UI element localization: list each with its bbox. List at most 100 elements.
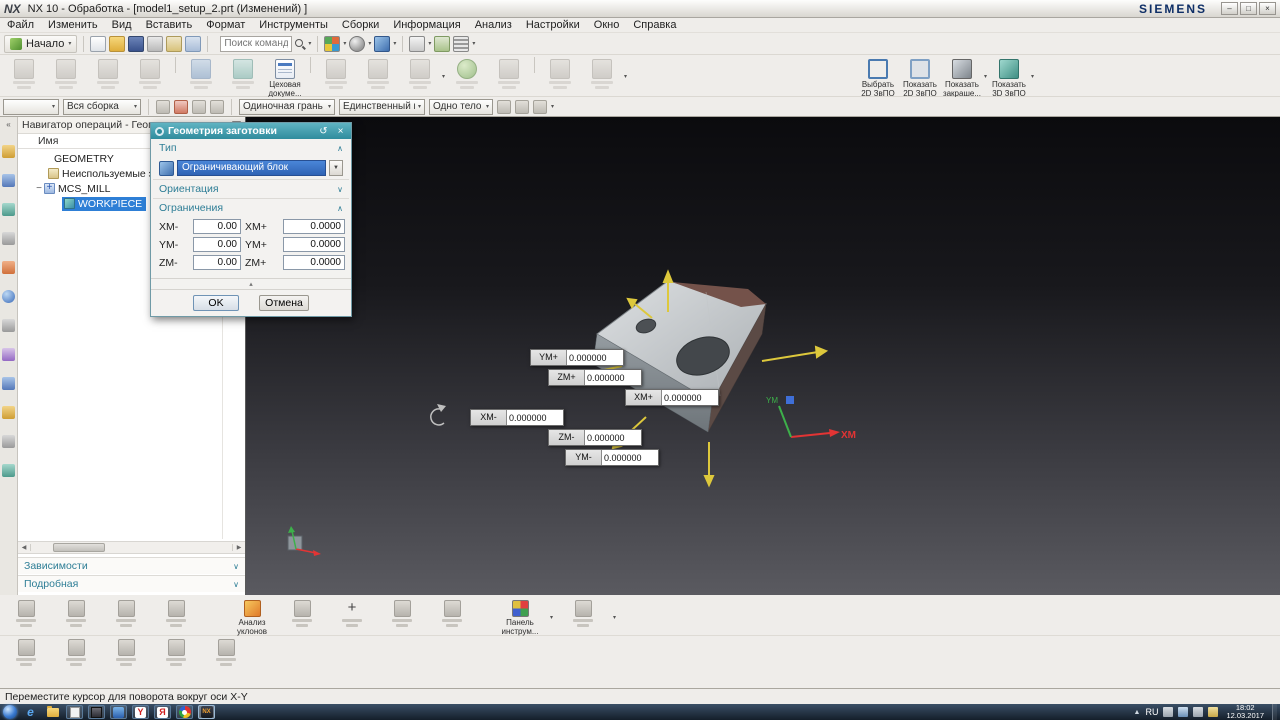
save-icon[interactable] bbox=[128, 35, 145, 52]
dropdown-caret-icon[interactable]: ▾ bbox=[343, 40, 346, 48]
menu-view[interactable]: Вид bbox=[105, 18, 139, 33]
new-file-icon[interactable] bbox=[90, 35, 107, 52]
show-desktop-button[interactable] bbox=[1272, 704, 1277, 720]
menu-file[interactable]: Файл bbox=[0, 18, 41, 33]
point-button[interactable]: + bbox=[332, 600, 372, 627]
ribbon-button[interactable] bbox=[88, 57, 128, 89]
collapse-expander-icon[interactable]: − bbox=[34, 183, 44, 194]
ribbon-button[interactable] bbox=[46, 57, 86, 89]
taskbar-ie-icon[interactable]: e bbox=[22, 705, 39, 719]
assembly-navigator-tab[interactable] bbox=[2, 145, 15, 158]
taskbar-explorer-icon[interactable] bbox=[44, 705, 61, 719]
restore-button[interactable]: □ bbox=[1240, 2, 1257, 15]
dropdown-caret-icon[interactable]: ▾ bbox=[984, 73, 987, 81]
handle-value-input[interactable] bbox=[601, 450, 658, 465]
start-menu-button[interactable]: Начало ▾ bbox=[4, 34, 78, 53]
operation-navigator-tab[interactable] bbox=[2, 232, 15, 245]
bottom-toolbar-button[interactable] bbox=[282, 600, 322, 627]
selection-filter-combo[interactable]: ▾ bbox=[3, 98, 59, 115]
offset-handle-xm-minus[interactable]: XM- bbox=[470, 409, 564, 426]
bottom-toolbar-button[interactable] bbox=[156, 600, 196, 627]
orient-view-icon[interactable] bbox=[374, 35, 391, 52]
ok-button[interactable]: OK bbox=[193, 295, 239, 311]
print-icon[interactable] bbox=[147, 35, 164, 52]
action-center-tray-icon[interactable] bbox=[1208, 707, 1219, 717]
dropdown-caret-icon[interactable]: ▾ bbox=[624, 73, 627, 81]
dropdown-caret-icon[interactable]: ▾ bbox=[472, 40, 475, 48]
dropdown-caret-icon[interactable]: ▾ bbox=[368, 40, 371, 48]
redo-icon[interactable] bbox=[185, 35, 202, 52]
roles-tab[interactable] bbox=[2, 435, 15, 448]
part-navigator-tab[interactable] bbox=[2, 203, 15, 216]
bottom-toolbar-button[interactable] bbox=[432, 600, 472, 627]
bottom-toolbar-button[interactable] bbox=[563, 600, 603, 627]
minimize-button[interactable]: – bbox=[1221, 2, 1238, 15]
zm-minus-field[interactable] bbox=[193, 255, 241, 270]
dropdown-caret-icon[interactable]: ▾ bbox=[428, 40, 431, 48]
menu-format[interactable]: Формат bbox=[199, 18, 252, 33]
section-details[interactable]: Подробная ∨ bbox=[18, 575, 245, 592]
type-combo-caret[interactable]: ▼ bbox=[329, 160, 343, 176]
dropdown-caret-icon[interactable]: ▾ bbox=[551, 103, 554, 111]
offset-handle-ym-minus[interactable]: YM- bbox=[565, 449, 659, 466]
handle-value-input[interactable] bbox=[506, 410, 563, 425]
bottom-toolbar-button[interactable] bbox=[106, 639, 146, 666]
ribbon-button[interactable] bbox=[4, 57, 44, 89]
taskbar-document-app[interactable] bbox=[66, 705, 83, 719]
dropdown-caret-icon[interactable]: ▾ bbox=[442, 73, 445, 81]
menu-assemblies[interactable]: Сборки bbox=[335, 18, 386, 33]
render-style-icon[interactable] bbox=[349, 35, 366, 52]
handle-value-input[interactable] bbox=[661, 390, 718, 405]
network-tray-icon[interactable] bbox=[1178, 707, 1189, 717]
ribbon-button[interactable] bbox=[489, 57, 529, 89]
snap-point-icon[interactable] bbox=[156, 99, 170, 114]
xm-minus-field[interactable] bbox=[193, 219, 241, 234]
ym-minus-field[interactable] bbox=[193, 237, 241, 252]
zm-plus-field[interactable] bbox=[283, 255, 345, 270]
bottom-toolbar-button[interactable] bbox=[106, 600, 146, 627]
scrollbar-thumb[interactable] bbox=[53, 543, 105, 552]
scroll-right-icon[interactable]: ▶ bbox=[232, 544, 245, 551]
undo-icon[interactable] bbox=[166, 35, 183, 52]
taskbar-yandex-browser-app[interactable]: Я bbox=[154, 705, 171, 719]
process-studio-tab[interactable] bbox=[2, 377, 15, 390]
ym-plus-field[interactable] bbox=[283, 237, 345, 252]
filter-icon[interactable] bbox=[210, 99, 224, 114]
constraint-navigator-tab[interactable] bbox=[2, 174, 15, 187]
history-tab[interactable] bbox=[2, 319, 15, 332]
ribbon-button[interactable] bbox=[316, 57, 356, 89]
bottom-toolbar-button[interactable] bbox=[6, 600, 46, 627]
dropdown-caret-icon[interactable]: ▾ bbox=[1031, 73, 1034, 81]
menu-insert[interactable]: Вставить bbox=[139, 18, 200, 33]
offset-handle-xm-plus[interactable]: XM+ bbox=[625, 389, 719, 406]
menu-analysis[interactable]: Анализ bbox=[468, 18, 519, 33]
ribbon-button[interactable] bbox=[540, 57, 580, 89]
section-orientation[interactable]: Ориентация ∨ bbox=[151, 180, 351, 198]
handle-value-input[interactable] bbox=[584, 370, 641, 385]
snap-icon[interactable] bbox=[497, 99, 511, 114]
type-combo[interactable]: Ограничивающий блок bbox=[177, 160, 326, 176]
dropdown-caret-icon[interactable]: ▾ bbox=[308, 40, 311, 48]
ribbon-button[interactable] bbox=[400, 57, 440, 89]
menu-edit[interactable]: Изменить bbox=[41, 18, 105, 33]
bottom-toolbar-button[interactable] bbox=[206, 639, 246, 666]
taskbar-yandex-app[interactable]: Y bbox=[132, 705, 149, 719]
section-limits[interactable]: Ограничения ∧ bbox=[151, 199, 351, 217]
bottom-toolbar-button[interactable] bbox=[6, 639, 46, 666]
intersect-icon[interactable] bbox=[515, 99, 529, 114]
offset-handle-ym-plus[interactable]: YM+ bbox=[530, 349, 624, 366]
show-2d-workpiece-button[interactable]: Показать 2D ЗвПО bbox=[900, 57, 940, 98]
bottom-toolbar-button[interactable] bbox=[156, 639, 196, 666]
handle-value-input[interactable] bbox=[566, 350, 623, 365]
dropdown-caret-icon[interactable]: ▾ bbox=[393, 40, 396, 48]
keyboard-tray-icon[interactable] bbox=[1163, 707, 1174, 717]
highlight-icon[interactable] bbox=[174, 99, 188, 114]
magnet-icon[interactable] bbox=[533, 99, 547, 114]
palettes-tab[interactable] bbox=[2, 348, 15, 361]
horizontal-scrollbar[interactable]: ◀ ▶ bbox=[18, 541, 245, 554]
command-search-input[interactable] bbox=[220, 35, 293, 52]
language-indicator[interactable]: RU bbox=[1145, 707, 1158, 717]
select-2d-workpiece-button[interactable]: Выбрать 2D ЗвПО bbox=[858, 57, 898, 98]
handle-value-input[interactable] bbox=[584, 430, 641, 445]
menu-window[interactable]: Окно bbox=[587, 18, 627, 33]
